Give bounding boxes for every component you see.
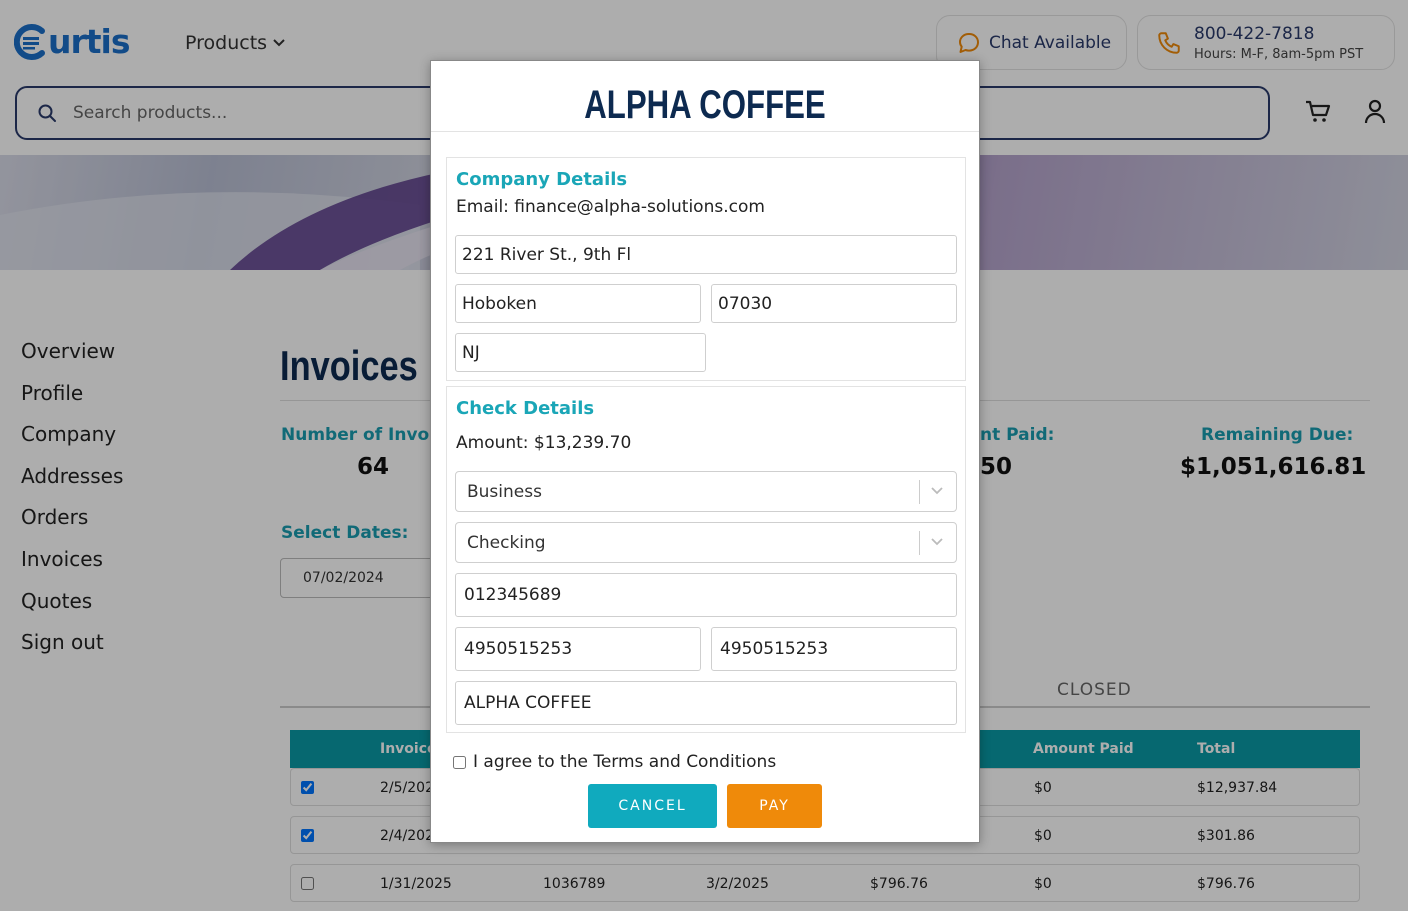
state-field[interactable]: NJ — [455, 333, 706, 372]
name-on-account-field[interactable]: ALPHA COFFEE — [455, 681, 957, 725]
account-type-value: Checking — [467, 532, 546, 553]
company-details-section: Company Details Email: finance@alpha-sol… — [446, 157, 966, 381]
company-email: Email: finance@alpha-solutions.com — [456, 197, 765, 217]
terms-agreement[interactable]: I agree to the Terms and Conditions — [453, 752, 776, 772]
account-number-field[interactable]: 4950515253 — [455, 627, 701, 671]
company-details-title: Company Details — [456, 169, 628, 190]
street-address-field[interactable]: 221 River St., 9th Fl — [455, 235, 957, 274]
check-amount: Amount: $13,239.70 — [456, 433, 632, 453]
terms-label: I agree to the Terms and Conditions — [473, 752, 777, 772]
modal-title: ALPHA COFFEE — [584, 83, 826, 127]
cancel-button[interactable]: CANCEL — [588, 784, 717, 828]
check-details-title: Check Details — [456, 398, 595, 419]
routing-number-field[interactable]: 012345689 — [455, 573, 957, 617]
check-details-section: Check Details Amount: $13,239.70 Busines… — [446, 386, 966, 733]
select-divider — [919, 480, 920, 504]
zip-field[interactable]: 07030 — [711, 284, 957, 323]
terms-checkbox[interactable] — [453, 755, 466, 769]
select-divider — [919, 531, 920, 555]
pay-button[interactable]: PAY — [727, 784, 822, 828]
modal-header-divider — [431, 131, 979, 132]
chevron-down-icon — [931, 487, 943, 495]
account-holder-type-select[interactable]: Business — [455, 471, 957, 512]
account-type-select[interactable]: Checking — [455, 522, 957, 563]
payment-modal: ALPHA COFFEE Company Details Email: fina… — [430, 60, 980, 843]
city-field[interactable]: Hoboken — [455, 284, 701, 323]
account-holder-type-value: Business — [467, 481, 542, 502]
confirm-account-number-field[interactable]: 4950515253 — [711, 627, 957, 671]
chevron-down-icon — [931, 538, 943, 546]
